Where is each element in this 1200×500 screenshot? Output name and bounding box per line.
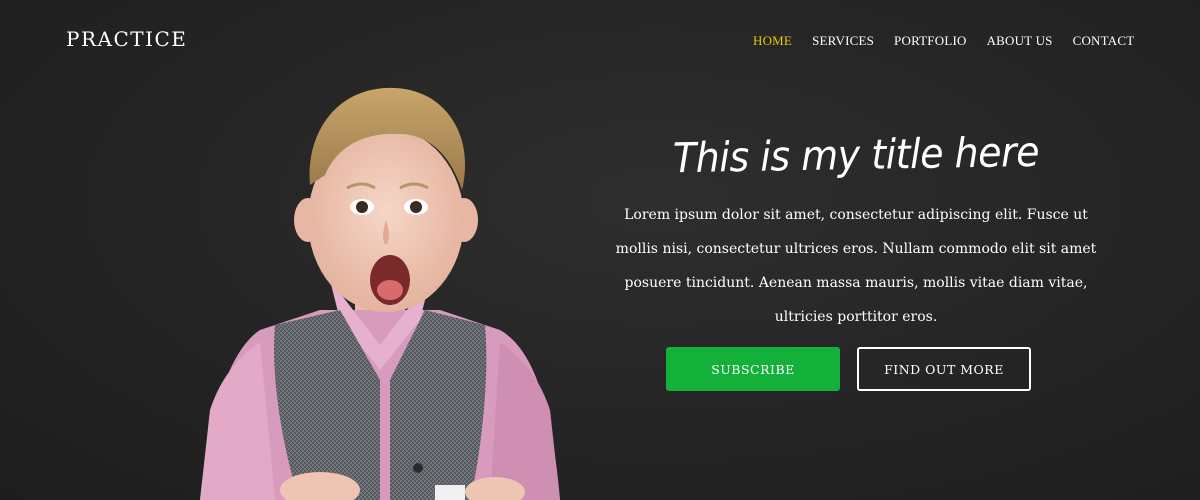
hero-title: This is my title here	[672, 128, 1040, 182]
hero-child-photo	[200, 87, 560, 500]
hero-description: Lorem ipsum dolor sit amet, consectetur …	[615, 207, 1097, 325]
hero-section: This is my title here Lorem ipsum dolor …	[600, 120, 1112, 334]
top-navbar: PRACTICE HOME SERVICES PORTFOLIO ABOUT U…	[0, 0, 1200, 80]
nav-item-home[interactable]: HOME	[753, 33, 792, 49]
subscribe-button[interactable]: SUBSCRIBE	[666, 347, 840, 391]
nav-item-portfolio[interactable]: PORTFOLIO	[894, 33, 967, 49]
nav-item-about-us[interactable]: ABOUT US	[987, 33, 1053, 49]
find-out-more-button[interactable]: FIND OUT MORE	[857, 347, 1031, 391]
nav-item-contact[interactable]: CONTACT	[1073, 33, 1135, 49]
main-nav: HOME SERVICES PORTFOLIO ABOUT US CONTACT	[753, 33, 1154, 49]
nav-item-services[interactable]: SERVICES	[812, 33, 874, 49]
hero-buttons: SUBSCRIBE FIND OUT MORE	[666, 347, 1031, 391]
brand-logo[interactable]: PRACTICE	[66, 27, 187, 51]
